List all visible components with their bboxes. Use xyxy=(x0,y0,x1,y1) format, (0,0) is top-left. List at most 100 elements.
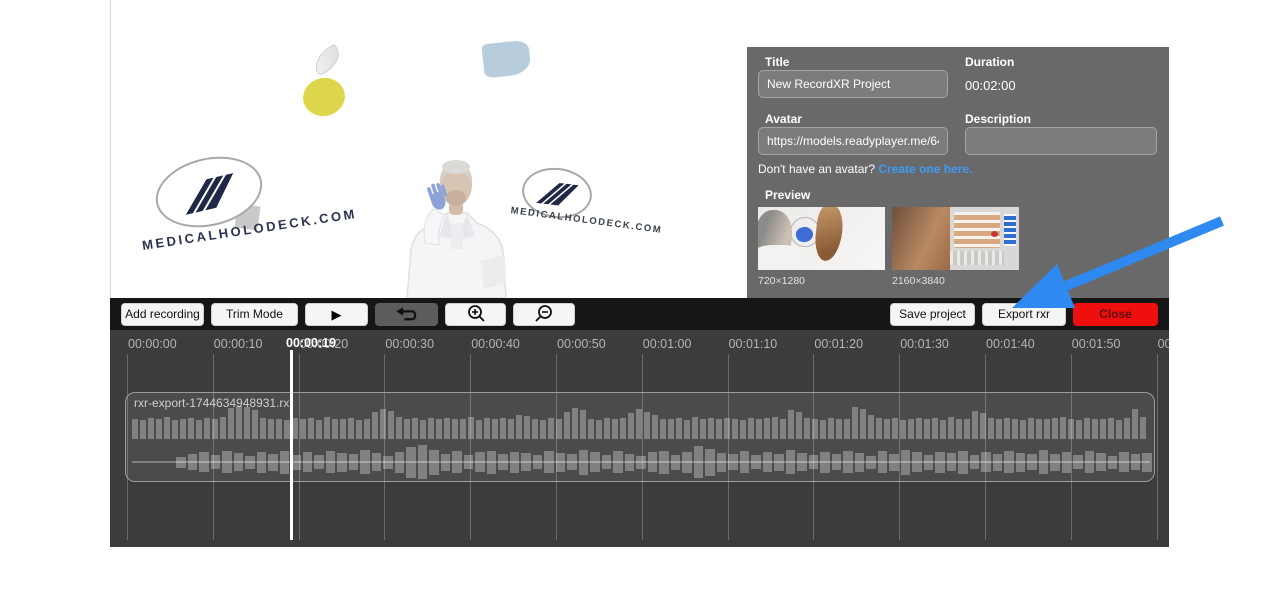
undo-button[interactable] xyxy=(375,303,438,326)
waveform-bar xyxy=(935,452,945,473)
waveform-bar xyxy=(588,419,594,439)
timeline-tick-label: 00:01:50 xyxy=(1072,337,1121,351)
waveform-bar xyxy=(460,419,466,439)
waveform-bar xyxy=(1100,419,1106,439)
play-icon: ▶ xyxy=(332,308,342,321)
playhead-time: 00:00:19 xyxy=(286,336,336,350)
waveform-bar xyxy=(349,454,359,470)
waveform-bar xyxy=(786,450,796,474)
waveform-bar xyxy=(476,420,482,439)
waveform-bar xyxy=(412,418,418,439)
close-button[interactable]: Close xyxy=(1073,303,1158,326)
waveform-bar xyxy=(452,451,462,473)
waveform-bar xyxy=(1085,451,1095,473)
waveform-bar xyxy=(956,419,962,439)
waveform-bar xyxy=(993,454,1003,471)
waveform-bar xyxy=(418,445,428,479)
waveform-bar xyxy=(948,417,954,439)
trim-mode-button[interactable]: Trim Mode xyxy=(211,303,298,326)
waveform-bar xyxy=(717,453,727,472)
waveform-bar xyxy=(475,452,485,472)
waveform-bar xyxy=(748,418,754,439)
waveform-bar xyxy=(1096,453,1106,471)
waveform-bar xyxy=(1073,455,1083,469)
waveform-bar xyxy=(500,418,506,439)
waveform-bar xyxy=(220,417,226,439)
timeline[interactable]: 00:00:0000:00:1000:00:2000:00:3000:00:40… xyxy=(110,330,1169,547)
zoom-in-icon xyxy=(466,304,486,324)
thumb2-side-panel xyxy=(1004,214,1016,246)
waveform-bar xyxy=(326,451,336,473)
waveform-bar xyxy=(436,419,442,439)
zoom-out-button[interactable] xyxy=(513,303,575,326)
waveform-bar xyxy=(1028,418,1034,439)
waveform-bar xyxy=(763,452,773,472)
waveform-bar xyxy=(348,418,354,439)
timeline-tick-label: 00:00:00 xyxy=(128,337,177,351)
waveform-bar xyxy=(356,420,362,439)
waveform-bar xyxy=(700,419,706,439)
waveform-bar xyxy=(668,419,674,439)
waveform-bar xyxy=(1020,420,1026,439)
waveform-bar xyxy=(1108,456,1118,469)
waveform-bar xyxy=(1050,454,1060,471)
waveform-bar xyxy=(860,409,866,439)
save-project-button[interactable]: Save project xyxy=(890,303,975,326)
editor-root: MEDICALHOLODECK.COM xyxy=(110,0,1169,547)
waveform-bar xyxy=(372,412,378,439)
waveform-bar xyxy=(832,454,842,470)
waveform-bar xyxy=(508,419,514,439)
thumb2-ui-panel xyxy=(954,212,1000,248)
waveform-bar xyxy=(876,418,882,439)
description-input[interactable] xyxy=(965,127,1157,155)
waveform-bar xyxy=(300,419,306,439)
timeline-tick-label: 00:01:40 xyxy=(986,337,1035,351)
waveform-bar xyxy=(828,418,834,439)
waveform-bar xyxy=(172,420,178,439)
waveform-bar xyxy=(332,419,338,439)
waveform-bar xyxy=(360,450,370,474)
waveform-bar xyxy=(308,418,314,439)
waveform-bar xyxy=(148,418,154,439)
floating-shape-white xyxy=(309,44,345,77)
play-button[interactable]: ▶ xyxy=(305,303,368,326)
create-avatar-link[interactable]: Create one here. xyxy=(878,162,972,176)
waveform-bar xyxy=(947,453,957,471)
doctor-avatar-figure xyxy=(385,143,525,298)
timeline-tick-label: 00:00:40 xyxy=(471,337,520,351)
timeline-tick-label: 00:01:00 xyxy=(643,337,692,351)
waveform-bar xyxy=(404,419,410,439)
waveform-bar xyxy=(245,456,255,469)
waveform-bar xyxy=(380,409,386,439)
waveform-bar xyxy=(234,453,244,471)
waveform-bar xyxy=(900,420,906,439)
waveform-bar xyxy=(199,452,209,472)
waveform-bar xyxy=(395,452,405,473)
waveform-bar xyxy=(708,418,714,439)
zoom-in-button[interactable] xyxy=(445,303,506,326)
timeline-gridline xyxy=(1157,354,1158,540)
waveform-bar xyxy=(314,455,324,469)
waveform-bar xyxy=(932,418,938,439)
waveform-bar xyxy=(164,417,170,439)
waveform-bar xyxy=(211,455,221,469)
waveform-bar xyxy=(1108,418,1114,439)
add-recording-button[interactable]: Add recording xyxy=(121,303,204,326)
playhead[interactable] xyxy=(290,350,293,540)
audio-track[interactable]: rxr-export-1744634948931.rxr xyxy=(125,392,1155,482)
avatar-url-input[interactable] xyxy=(758,127,948,155)
waveform-bar xyxy=(644,412,650,439)
export-rxr-button[interactable]: Export rxr xyxy=(982,303,1066,326)
waveform-bar xyxy=(981,452,991,472)
duration-value: 00:02:00 xyxy=(965,78,1016,93)
waveform-bar xyxy=(694,446,704,478)
waveform-bar xyxy=(428,418,434,439)
waveform-bar xyxy=(1044,419,1050,439)
waveform-bar xyxy=(464,455,474,469)
waveform-bar xyxy=(844,419,850,439)
waveform-bar xyxy=(996,419,1002,439)
waveform-bar xyxy=(1068,419,1074,439)
waveform-bar xyxy=(756,419,762,439)
zoom-out-icon xyxy=(534,304,554,324)
title-input[interactable] xyxy=(758,70,948,98)
